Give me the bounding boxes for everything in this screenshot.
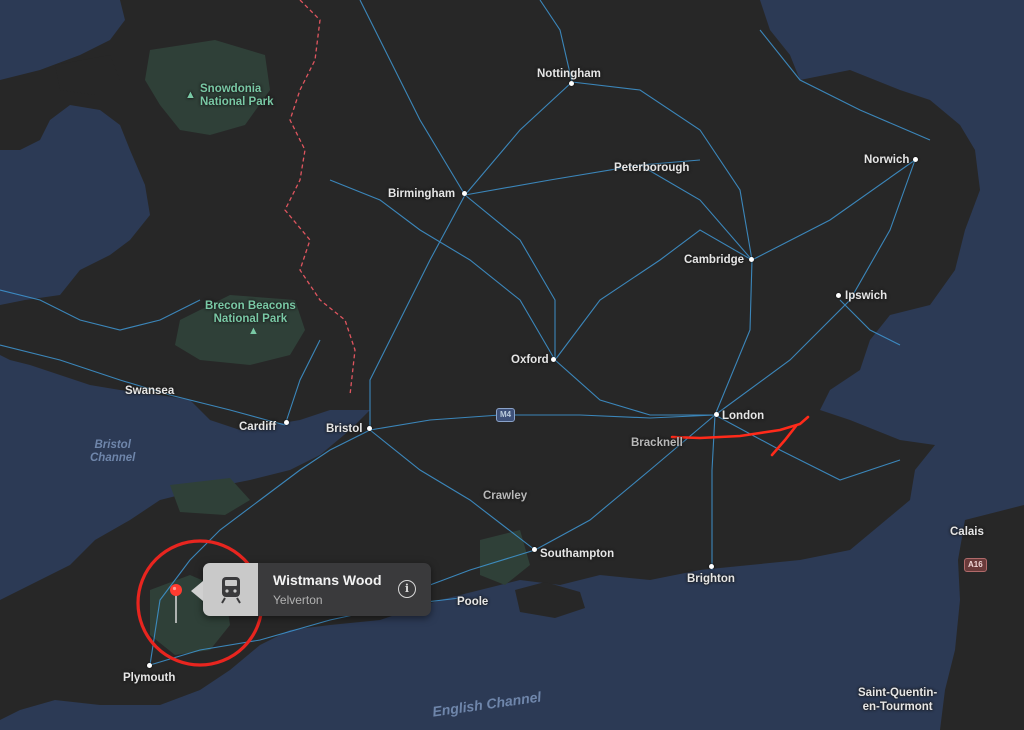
city-dot-cambridge [749, 257, 754, 262]
tree-icon: ▲ [185, 89, 196, 101]
city-dot-birmingham [462, 191, 467, 196]
city-label-saint-quentin[interactable]: Saint-Quentin- en-Tourmont [858, 686, 937, 714]
park-name-snowdonia: Snowdonia National Park [200, 83, 274, 108]
callout-icon-box [203, 563, 258, 616]
city-dot-cardiff [284, 420, 289, 425]
city-label-poole[interactable]: Poole [457, 596, 488, 608]
road-shield-m4: M4 [496, 408, 516, 422]
callout-title: Wistmans Wood [273, 572, 382, 588]
city-label-cambridge[interactable]: Cambridge [684, 254, 744, 266]
city-label-bristol[interactable]: Bristol [326, 423, 362, 435]
place-label-crawley[interactable]: Crawley [483, 490, 527, 502]
city-label-oxford[interactable]: Oxford [511, 354, 549, 366]
water-label-bristol-channel: Bristol Channel [90, 439, 136, 464]
city-dot-london [714, 412, 719, 417]
city-label-calais[interactable]: Calais [950, 526, 984, 538]
city-dot-oxford [551, 357, 556, 362]
city-label-plymouth[interactable]: Plymouth [123, 672, 175, 684]
road-shield-a16: A16 [964, 558, 987, 572]
train-icon [220, 576, 241, 604]
city-dot-nottingham [569, 81, 574, 86]
place-callout[interactable]: Wistmans Wood Yelverton i [191, 563, 431, 616]
city-label-swansea[interactable]: Swansea [125, 385, 174, 397]
callout-subtitle: Yelverton [273, 593, 323, 607]
park-label-brecon-beacons[interactable]: Brecon Beacons National Park [205, 300, 296, 326]
city-label-norwich[interactable]: Norwich [864, 154, 909, 166]
city-dot-brighton [709, 564, 714, 569]
city-label-birmingham[interactable]: Birmingham [388, 188, 455, 200]
location-pin[interactable] [170, 583, 182, 630]
city-dot-bristol [367, 426, 372, 431]
city-label-brighton[interactable]: Brighton [687, 573, 735, 585]
info-icon[interactable]: i [398, 580, 416, 598]
city-label-ipswich[interactable]: Ipswich [845, 290, 887, 302]
city-dot-plymouth [147, 663, 152, 668]
city-dot-ipswich [836, 293, 841, 298]
park-label-snowdonia[interactable]: ▲ Snowdonia National Park [185, 83, 274, 109]
city-label-nottingham[interactable]: Nottingham [537, 68, 601, 80]
city-dot-southampton [532, 547, 537, 552]
city-label-london[interactable]: London [722, 410, 764, 422]
city-label-peterborough[interactable]: Peterborough [614, 162, 689, 174]
city-label-cardiff[interactable]: Cardiff [239, 421, 276, 433]
city-dot-norwich [913, 157, 918, 162]
pin-icon [170, 584, 182, 623]
place-label-bracknell[interactable]: Bracknell [631, 437, 683, 449]
city-label-southampton[interactable]: Southampton [540, 548, 614, 560]
tree-icon: ▲ [248, 325, 259, 337]
